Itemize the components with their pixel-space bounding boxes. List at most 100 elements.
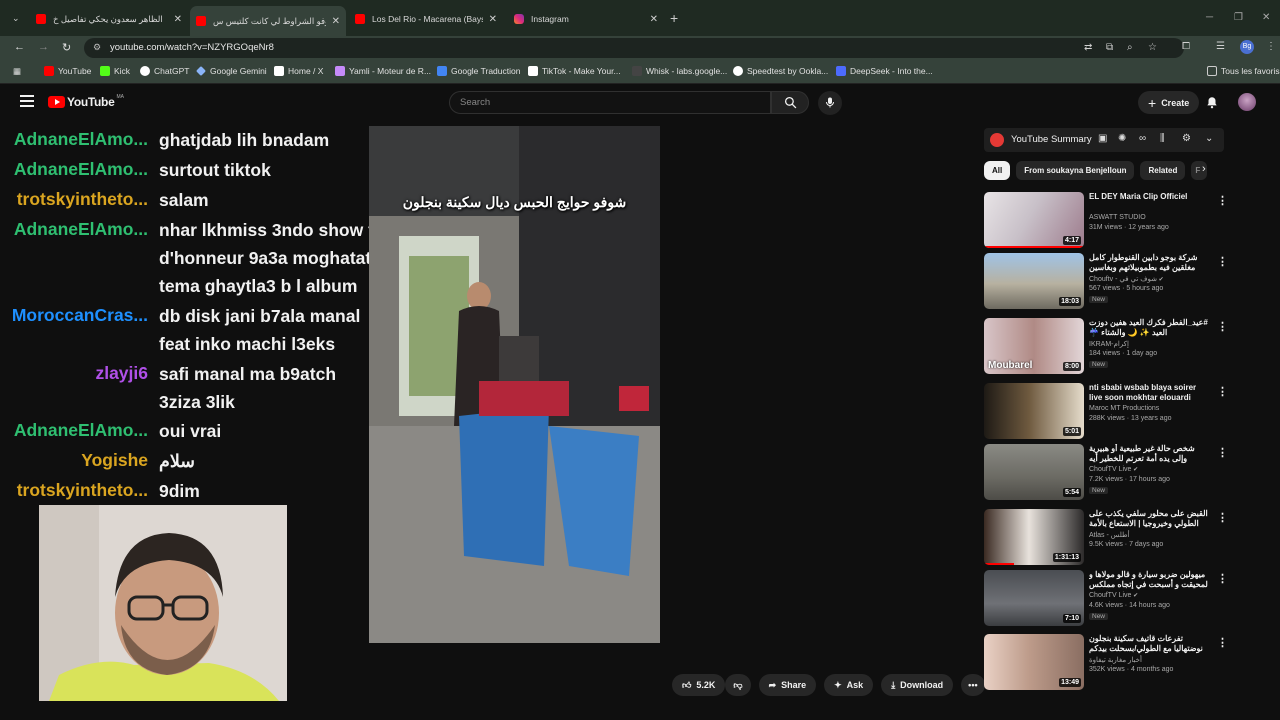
new-tab-icon[interactable]: + xyxy=(670,10,678,26)
like-button[interactable]: 👍︎ 5.2K xyxy=(672,674,726,696)
waveform-icon[interactable]: ⫼ xyxy=(1160,133,1165,144)
ai-icon[interactable]: ✺ xyxy=(1118,133,1126,144)
channel-name[interactable]: Maroc MT Productions xyxy=(1089,405,1159,412)
video-thumbnail[interactable]: 18:03 xyxy=(984,253,1084,309)
more-vertical-icon[interactable]: ⋮ xyxy=(1217,385,1228,398)
minimize-icon[interactable]: ─ xyxy=(1206,12,1213,23)
video-title[interactable]: تفرعات قاتيف سكينة بنجلون نوضتهاليا مع ا… xyxy=(1089,634,1211,654)
apps-icon[interactable]: ▦ xyxy=(13,66,21,77)
more-vertical-icon[interactable]: ⋮ xyxy=(1217,320,1228,333)
profile-avatar[interactable]: Bg xyxy=(1240,40,1254,54)
search-button[interactable] xyxy=(771,91,809,114)
video-title[interactable]: القبض على محلور سلفي يكذب على الطولي وخي… xyxy=(1089,509,1211,529)
video-title[interactable]: EL DEY Maria Clip Officiel xyxy=(1089,192,1211,202)
bookmark-google-translate[interactable]: Google Traduction xyxy=(437,66,520,76)
channel-name[interactable]: ChoufTV Live ✔ xyxy=(1089,592,1138,599)
channel-name[interactable]: أخبار مغاربة تيفاوة xyxy=(1089,656,1142,664)
infinity-icon[interactable]: ∞ xyxy=(1139,133,1146,144)
zoom-icon[interactable]: ⌕ xyxy=(1127,42,1133,53)
video-thumbnail[interactable]: 7:10 xyxy=(984,570,1084,626)
chevron-down-icon[interactable]: ⌄ xyxy=(1205,133,1213,144)
recommended-video[interactable]: Moubarel 8:00 #عيد_الفطر فكرك العيد هفين… xyxy=(984,318,1228,375)
all-bookmarks-folder[interactable]: Tous les favoris xyxy=(1207,66,1280,76)
youtube-summary-bar[interactable]: YouTube Summary ▣ ✺ ∞ ⫼ ⚙ ⌄ xyxy=(984,128,1224,152)
bookmark-whisk[interactable]: Whisk - labs.google... xyxy=(632,66,727,76)
video-title[interactable]: nti sbabi wsbab blaya soirer live soon m… xyxy=(1089,383,1211,403)
video-thumbnail[interactable]: 5:01 xyxy=(984,383,1084,439)
recommended-video[interactable]: 1:31:13 القبض على محلور سلفي يكذب على ال… xyxy=(984,509,1228,566)
bookmark-kick[interactable]: Kick xyxy=(100,66,130,76)
calendar-icon[interactable]: ▣ xyxy=(1098,133,1107,144)
more-vertical-icon[interactable]: ⋮ xyxy=(1217,446,1228,459)
video-thumbnail[interactable]: 13:49 xyxy=(984,634,1084,690)
close-tab-icon[interactable]: ✕ xyxy=(174,14,182,25)
video-thumbnail[interactable]: Moubarel 8:00 xyxy=(984,318,1084,374)
more-vertical-icon[interactable]: ⋮ xyxy=(1217,572,1228,585)
share-button[interactable]: ➦ Share xyxy=(758,674,817,696)
create-button[interactable]: + Create xyxy=(1138,91,1200,114)
recommended-video[interactable]: 13:49 تفرعات قاتيف سكينة بنجلون نوضتهالي… xyxy=(984,634,1228,691)
download-button[interactable]: ⤓ Download xyxy=(881,674,954,696)
bookmark-tiktok[interactable]: TikTok - Make Your... xyxy=(528,66,621,76)
more-vertical-icon[interactable]: ⋮ xyxy=(1217,255,1228,268)
video-title[interactable]: شخص حالة غير طبيعية أو هبيرية وإلى يده أ… xyxy=(1089,444,1211,464)
more-vertical-icon[interactable]: ⋮ xyxy=(1217,194,1228,207)
account-avatar[interactable] xyxy=(1238,93,1256,111)
video-title[interactable]: شركة بوجو دابين القنوطوار كامل مغلقين في… xyxy=(1089,253,1211,273)
close-tab-icon[interactable]: ✕ xyxy=(650,14,658,25)
more-actions-button[interactable]: ••• xyxy=(961,674,985,696)
notifications-bell-icon[interactable] xyxy=(1205,95,1219,110)
recommended-video[interactable]: 4:17 EL DEY Maria Clip Officiel ASWATT S… xyxy=(984,192,1228,249)
chrome-menu-icon[interactable]: ⋮ xyxy=(1266,41,1276,52)
browser-tab[interactable]: Instagram ✕ xyxy=(508,8,664,30)
extensions-icon[interactable]: ⧠ xyxy=(1182,41,1190,52)
video-thumbnail[interactable]: 5:54 xyxy=(984,444,1084,500)
address-bar[interactable]: ⚙ youtube.com/watch?v=NZYRGOqeNr8 ⇄ ⧉ ⌕ … xyxy=(84,38,1184,58)
bookmark-chatgpt[interactable]: ChatGPT xyxy=(140,66,189,76)
browser-tab[interactable]: Los Del Rio - Macarena (Baysid ✕ xyxy=(349,8,503,30)
recommended-video[interactable]: 5:54 شخص حالة غير طبيعية أو هبيرية وإلى … xyxy=(984,444,1228,501)
channel-name[interactable]: IKRAM-إكرام xyxy=(1089,340,1129,348)
bookmark-yamli[interactable]: Yamli - Moteur de R... xyxy=(335,66,431,76)
search-input[interactable]: Search xyxy=(449,91,771,114)
youtube-logo[interactable]: YouTube MA xyxy=(48,94,124,109)
bookmark-star-icon[interactable]: ☆ xyxy=(1148,42,1157,53)
browser-tab-active[interactable]: شوفو الشراوط لي كانت كلتيس س ✕ xyxy=(190,6,346,36)
voice-search-button[interactable] xyxy=(818,91,842,115)
install-icon[interactable]: ⧉ xyxy=(1106,42,1113,53)
tab-search-icon[interactable]: ⌄ xyxy=(12,13,20,24)
bookmark-youtube[interactable]: YouTube xyxy=(44,66,91,76)
settings-icon[interactable]: ⚙ xyxy=(1182,133,1191,144)
close-window-icon[interactable]: ✕ xyxy=(1262,12,1270,23)
forward-icon[interactable]: → xyxy=(38,41,49,53)
ask-button[interactable]: ✦ Ask xyxy=(824,674,874,696)
translate-icon[interactable]: ⇄ xyxy=(1084,42,1092,53)
bookmark-speedtest[interactable]: Speedtest by Ookla... xyxy=(733,66,828,76)
chip-from-channel[interactable]: From soukayna Benjelloun xyxy=(1016,161,1135,180)
video-thumbnail[interactable]: 1:31:13 xyxy=(984,509,1084,565)
video-title[interactable]: #عيد_الفطر فكرك العيد هفين دوزت العيد ✨ … xyxy=(1089,318,1211,338)
channel-name[interactable]: Atlas - أطلس xyxy=(1089,531,1130,539)
video-thumbnail[interactable]: 4:17 xyxy=(984,192,1084,248)
menu-icon[interactable] xyxy=(20,95,34,110)
site-info-icon[interactable]: ⚙ xyxy=(93,42,101,53)
recommended-video[interactable]: 5:01 nti sbabi wsbab blaya soirer live s… xyxy=(984,383,1228,440)
bookmark-gemini[interactable]: Google Gemini xyxy=(196,66,267,76)
bookmark-deepseek[interactable]: DeepSeek - Into the... xyxy=(836,66,933,76)
recommended-video[interactable]: 18:03 شركة بوجو دابين القنوطوار كامل مغل… xyxy=(984,253,1228,310)
chip-all[interactable]: All xyxy=(984,161,1011,180)
dislike-button[interactable]: 👎︎ xyxy=(725,674,751,696)
channel-name[interactable]: Chouftv - شوف تي في ✔ xyxy=(1089,275,1164,283)
reload-icon[interactable]: ↻ xyxy=(62,41,71,54)
browser-tab[interactable]: الظاهر سعدون يحكي تفاصيل خ ✕ xyxy=(30,8,188,30)
more-vertical-icon[interactable]: ⋮ xyxy=(1217,636,1228,649)
video-title[interactable]: ميهولين ضربو سيارة و قالو مولاها و لمحيق… xyxy=(1089,570,1211,590)
close-tab-icon[interactable]: ✕ xyxy=(489,14,497,25)
recommended-video[interactable]: 7:10 ميهولين ضربو سيارة و قالو مولاها و … xyxy=(984,570,1228,627)
close-tab-icon[interactable]: ✕ xyxy=(332,16,340,27)
maximize-icon[interactable]: ❐ xyxy=(1234,12,1243,23)
bookmark-x[interactable]: Home / X xyxy=(274,66,323,76)
channel-name[interactable]: ASWATT STUDIO xyxy=(1089,214,1146,221)
channel-name[interactable]: ChoufTV Live ✔ xyxy=(1089,466,1138,473)
more-vertical-icon[interactable]: ⋮ xyxy=(1217,511,1228,524)
